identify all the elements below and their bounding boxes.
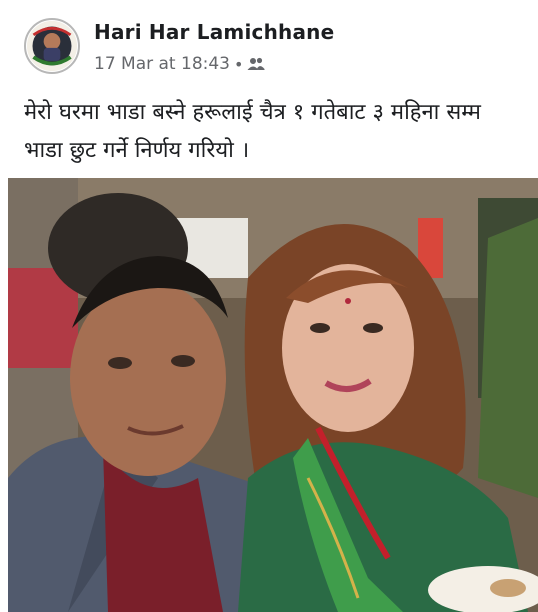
avatar[interactable] [24,18,80,74]
post-text: मेरो घरमा भाडा बस्ने हरूलाई चैत्र १ गतेब… [24,94,524,170]
post-header: Hari Har Lamichhane 17 Mar at 18:43 • [24,14,526,84]
post-text-line: मेरो घरमा भाडा बस्ने हरूलाई चैत्र १ गतेब… [24,100,481,125]
facebook-post: Hari Har Lamichhane 17 Mar at 18:43 • मे… [0,0,538,612]
avatar-image [26,20,78,72]
meta-separator: • [234,54,244,74]
post-timestamp[interactable]: 17 Mar at 18:43 [94,54,230,74]
author-name[interactable]: Hari Har Lamichhane [94,20,334,44]
post-text-line: भाडा छुट गर्ने निर्णय गरियो । [24,138,250,163]
selfie-photo [8,178,538,612]
post-meta: 17 Mar at 18:43 • [94,54,265,74]
post-photo[interactable] [8,178,538,612]
friends-icon[interactable] [247,56,265,72]
